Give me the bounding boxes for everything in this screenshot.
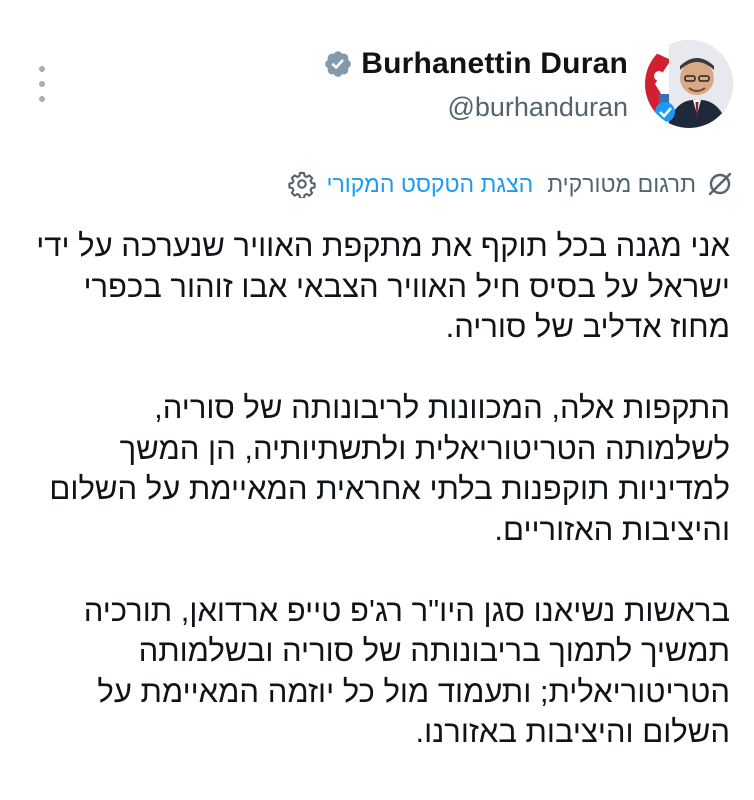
verified-badge-icon [323,49,353,79]
tweet-paragraph: אני מגנה בכל תוקף את מתקפת האוויר שנערכה… [36,228,730,344]
display-name[interactable]: Burhanettin Duran [361,47,628,81]
user-info: Burhanettin Duran @burhanduran [323,42,628,123]
tweet-paragraph: התקפות אלה, המכוונות לריבונותה של סוריה,… [49,390,730,547]
gear-icon[interactable] [288,170,317,198]
tweet-text: אני מגנה בכל תוקף את מתקפת האוויר שנערכה… [30,226,730,753]
translate-icon [706,170,734,198]
translation-bar: תרגום מטורקית הצגת הטקסט המקורי [288,166,734,202]
user-handle[interactable]: @burhanduran [323,92,628,123]
name-row: Burhanettin Duran [323,42,628,86]
translated-from-label: תרגום מטורקית [547,170,696,197]
avatar[interactable] [645,40,733,128]
show-original-link[interactable]: הצגת הטקסט המקורי [326,171,533,198]
more-options-icon[interactable] [30,66,54,102]
tweet-paragraph: בראשות נשיאנו סגן היו"ר רג'פ טייפ ארדואן… [83,592,730,750]
